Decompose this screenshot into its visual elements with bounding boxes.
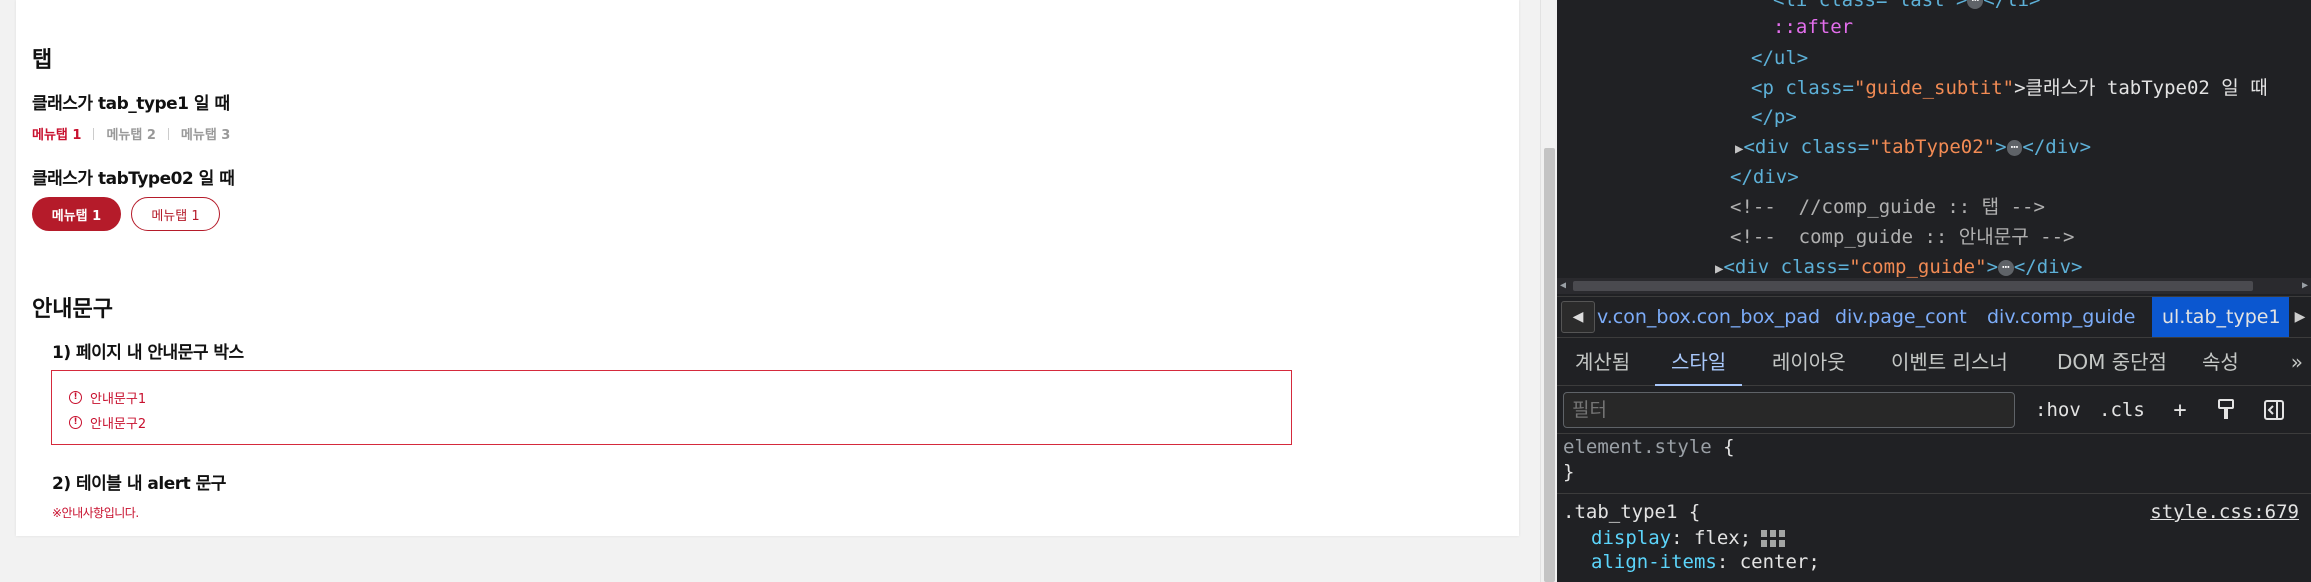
hov-toggle-button[interactable]: :hov xyxy=(2035,394,2081,426)
tab2-item-2[interactable]: 메뉴탭 1 xyxy=(131,197,220,231)
notice-item: ! 안내문구2 xyxy=(66,410,1277,435)
tab-type02: 메뉴탭 1 메뉴탭 1 xyxy=(32,197,220,231)
page-scrollbar[interactable] xyxy=(1540,0,1557,582)
more-tabs-icon[interactable]: » xyxy=(2291,338,2303,386)
dom-pseudo-after[interactable]: ::after xyxy=(1773,13,1853,41)
flexbox-editor-icon[interactable] xyxy=(1761,529,1786,548)
collapsed-ellipsis-icon[interactable]: ⋯ xyxy=(1967,0,1984,9)
notice-section-title: 안내문구 xyxy=(32,297,113,322)
tab2-item-1[interactable]: 메뉴탭 1 xyxy=(32,197,121,231)
scroll-left-icon[interactable]: ◀ xyxy=(1560,280,1566,291)
notice-text: 안내문구1 xyxy=(90,392,147,407)
tab1-item-2[interactable]: 메뉴탭 2 xyxy=(106,124,155,143)
stylesheet-source-link[interactable]: style.css:679 xyxy=(2150,499,2299,525)
dom-comment[interactable]: <!-- //comp_guide :: 탭 --> xyxy=(1730,193,2045,221)
dom-comment[interactable]: <!-- comp_guide :: 안내문구 --> xyxy=(1730,223,2074,251)
css-declaration[interactable]: display: flex; xyxy=(1591,525,1786,551)
breadcrumb-item[interactable]: v.con_box.con_box_pad xyxy=(1597,297,1820,337)
breadcrumb-item[interactable]: div.comp_guide xyxy=(1987,297,2135,337)
element-style-rule[interactable]: element.style { xyxy=(1563,434,1735,460)
tab-divider xyxy=(93,127,95,140)
tab-type1: 메뉴탭 1 메뉴탭 2 메뉴탭 3 xyxy=(32,124,230,143)
notice-subtitle-2: 2) 테이블 내 alert 문구 xyxy=(52,474,226,494)
dom-node[interactable]: </ul> xyxy=(1751,44,1808,72)
tab-computed[interactable]: 계산됨 xyxy=(1575,338,1630,386)
breadcrumb: ◀ v.con_box.con_box_pad div.page_cont di… xyxy=(1557,296,2311,338)
breadcrumb-item-selected[interactable]: ul.tab_type1 xyxy=(2152,297,2291,337)
cls-toggle-button[interactable]: .cls xyxy=(2099,394,2145,426)
tab-styles[interactable]: 스타일 xyxy=(1655,338,1743,386)
dom-node[interactable]: <li class="last"> ⋯ </li> xyxy=(1773,0,2041,14)
collapsed-ellipsis-icon[interactable]: ⋯ xyxy=(1998,259,2014,276)
warning-icon: ! xyxy=(69,416,82,429)
elements-horizontal-scrollbar[interactable]: ◀ ▶ xyxy=(1557,278,2311,294)
tab-divider xyxy=(167,127,169,140)
toggle-sidebar-icon[interactable] xyxy=(2259,394,2289,426)
breadcrumb-scroll-left-icon[interactable]: ◀ xyxy=(1561,301,1595,333)
notice-text: 안내문구2 xyxy=(90,417,147,432)
sidebar-tabs: 계산됨 스타일 레이아웃 이벤트 리스너 DOM 중단점 속성 » xyxy=(1557,338,2311,386)
dom-node[interactable]: </div> xyxy=(1730,163,1799,191)
styles-filter-input[interactable] xyxy=(1563,392,2015,428)
new-style-rule-icon[interactable]: + xyxy=(2165,394,2195,426)
styles-pane: element.style { } .tab_type1 {style.css:… xyxy=(1557,434,2311,582)
guide-card: 탭 클래스가 tab_type1 일 때 xyxy=(16,0,1519,536)
elements-tree[interactable]: <li class="last"> ⋯ </li> ::after </ul> <p… xyxy=(1557,0,2311,278)
tab1-item-1[interactable]: 메뉴탭 1 xyxy=(32,124,81,143)
dom-node[interactable]: ▶<div class="comp_guide"> ⋯ </div> xyxy=(1715,253,2082,278)
horizontal-scroll-thumb[interactable] xyxy=(1573,281,2253,291)
devtools-panel: <li class="last"> ⋯ </li> ::after </ul> <p… xyxy=(1557,0,2311,582)
paint-brush-icon[interactable] xyxy=(2211,394,2241,426)
tab-properties[interactable]: 속성 xyxy=(2202,338,2239,386)
notice-subtitle-1: 1) 페이지 내 안내문구 박스 xyxy=(52,343,244,363)
page-viewport: 탭 클래스가 tab_type1 일 때 메뉴탭 1 메뉴탭 2 메뉴탭 3 클… xyxy=(0,0,1540,582)
tab1-subtitle: 클래스가 tab_type1 일 때 xyxy=(32,94,230,114)
tab-layout[interactable]: 레이아웃 xyxy=(1772,338,1846,386)
table-alert-text: ※안내사항입니다. xyxy=(52,506,139,520)
breadcrumb-item[interactable]: div.page_cont xyxy=(1835,297,1967,337)
warning-icon: ! xyxy=(69,391,82,404)
dom-node[interactable]: ▶<div class="tabType02"> ⋯ </div> xyxy=(1735,133,2091,161)
dom-node[interactable]: <p class="guide_subtit">클래스가 tabType02 일… xyxy=(1751,74,2268,102)
rule-close-brace: } xyxy=(1563,461,1575,483)
notice-item: ! 안내문구1 xyxy=(66,385,1277,410)
css-declaration[interactable]: align-items: center; xyxy=(1591,549,1820,575)
styles-toolbar: :hov .cls + xyxy=(1557,386,2311,434)
scroll-right-icon[interactable]: ▶ xyxy=(2302,280,2308,291)
rule-divider xyxy=(1557,493,2311,494)
collapsed-ellipsis-icon[interactable]: ⋯ xyxy=(2006,139,2023,156)
tab-section-title: 탭 xyxy=(32,48,53,73)
breadcrumb-scroll-right-icon[interactable]: ▶ xyxy=(2289,297,2311,337)
dom-node[interactable]: </p> xyxy=(1751,103,1797,131)
notice-box: ! 안내문구1 ! 안내문구2 xyxy=(51,370,1292,445)
tab1-item-3[interactable]: 메뉴탭 3 xyxy=(181,124,230,143)
css-rule-header[interactable]: .tab_type1 {style.css:679 xyxy=(1563,499,2305,525)
page-scrollbar-thumb[interactable] xyxy=(1544,148,1555,582)
tab-dom-breakpoints[interactable]: DOM 중단점 xyxy=(2057,338,2167,386)
tab2-subtitle: 클래스가 tabType02 일 때 xyxy=(32,169,235,189)
tab-event-listeners[interactable]: 이벤트 리스너 xyxy=(1891,338,2008,386)
